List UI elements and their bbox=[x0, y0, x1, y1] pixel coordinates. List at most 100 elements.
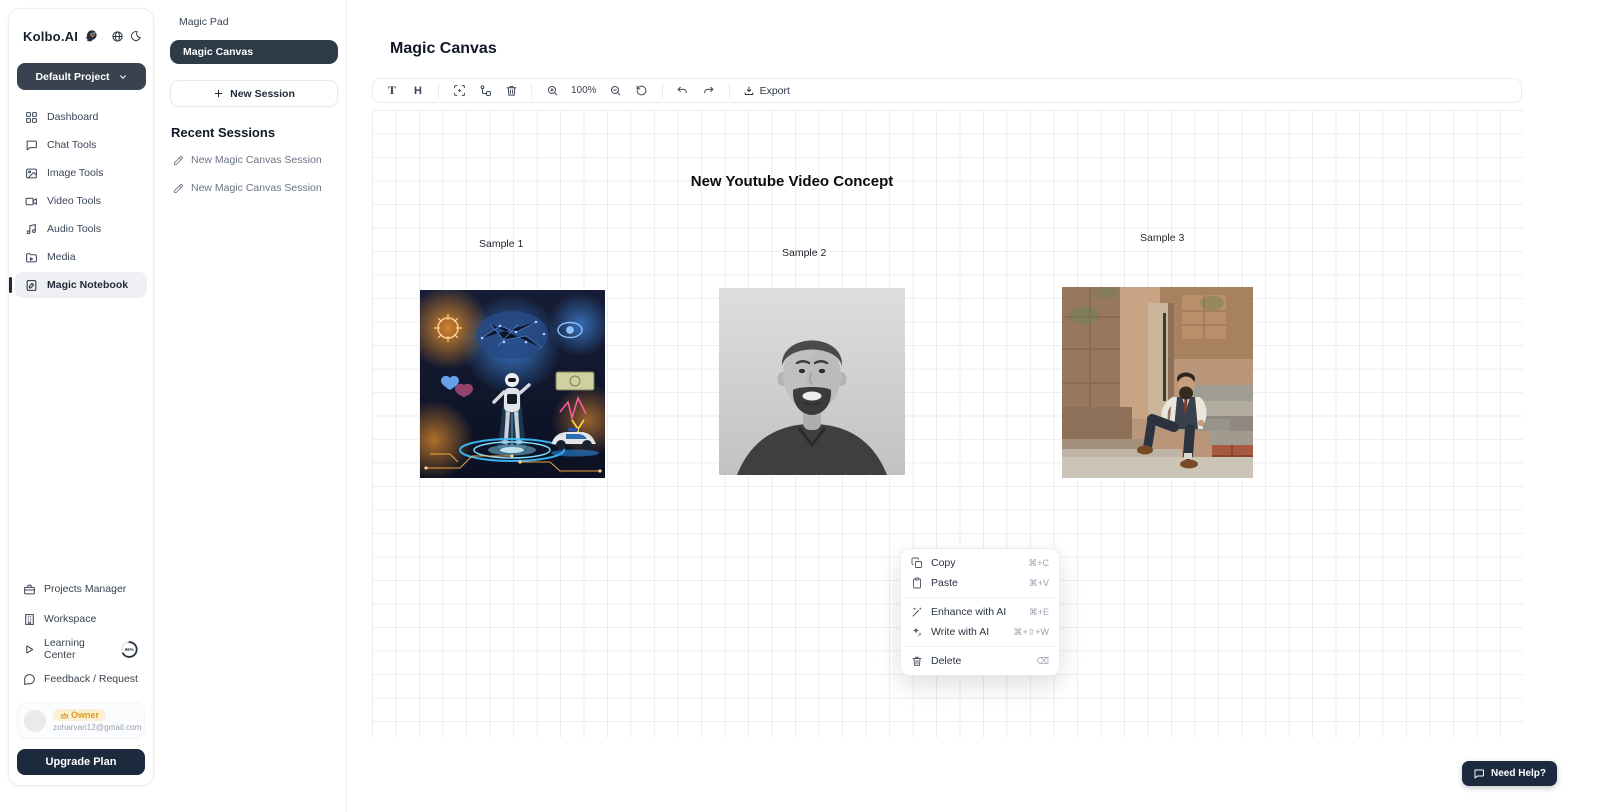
sidebar-item-learning-center[interactable]: Learning Center 66% bbox=[17, 634, 145, 664]
project-selector-label: Default Project bbox=[35, 71, 109, 83]
sidebar-footer: Projects Manager Workspace Learning Cent… bbox=[9, 574, 153, 775]
project-selector[interactable]: Default Project bbox=[17, 63, 146, 90]
sidebar-item-image-tools[interactable]: Image Tools bbox=[15, 160, 147, 186]
brand-logo: Kolbo.AI bbox=[23, 29, 78, 44]
shortcut: ⌘+C bbox=[1028, 558, 1049, 569]
text-tool-button[interactable]: T bbox=[381, 81, 403, 100]
sidebar-item-feedback[interactable]: Feedback / Request bbox=[17, 664, 145, 694]
sidebar-item-workspace[interactable]: Workspace bbox=[17, 604, 145, 634]
sidebar-item-label: Media bbox=[47, 251, 76, 263]
context-menu-item-delete[interactable]: Delete ⌫ bbox=[901, 651, 1059, 671]
sessions-panel: Magic Pad Magic Canvas New Session Recen… bbox=[155, 0, 347, 812]
toolbar-divider bbox=[729, 83, 730, 98]
sidebar-item-audio-tools[interactable]: Audio Tools bbox=[15, 216, 147, 242]
app-root: Kolbo.AI Default Project Dashboard bbox=[0, 0, 1600, 812]
toolbar-divider bbox=[662, 83, 663, 98]
session-item-label: New Magic Canvas Session bbox=[191, 182, 322, 194]
magic-pad-link[interactable]: Magic Pad bbox=[155, 0, 346, 28]
owner-role-badge: Owner bbox=[53, 709, 106, 721]
ai-select-button[interactable] bbox=[448, 81, 470, 100]
context-menu-item-paste[interactable]: Paste ⌘+V bbox=[901, 573, 1059, 593]
sample-2-label[interactable]: Sample 2 bbox=[782, 247, 826, 259]
sidebar-item-label: Magic Notebook bbox=[47, 279, 128, 291]
toolbar-divider bbox=[438, 83, 439, 98]
sidebar-item-media[interactable]: Media bbox=[15, 244, 147, 270]
chat-icon bbox=[25, 139, 38, 152]
heading-tool-button[interactable]: H bbox=[407, 81, 429, 100]
zoom-out-icon bbox=[609, 84, 622, 97]
notebook-icon bbox=[25, 279, 38, 292]
context-menu-label: Delete bbox=[931, 655, 961, 667]
sample-1-label[interactable]: Sample 1 bbox=[479, 238, 523, 250]
need-help-label: Need Help? bbox=[1491, 768, 1546, 779]
sparkles-icon bbox=[911, 626, 923, 638]
footer-item-label: Feedback / Request bbox=[44, 673, 138, 685]
zoom-level-value[interactable]: 100% bbox=[567, 85, 601, 96]
canvas-heading[interactable]: New Youtube Video Concept bbox=[642, 173, 942, 190]
user-account-card[interactable]: Owner zoharvan12@gmail.com bbox=[17, 702, 145, 739]
sample-1-image[interactable] bbox=[420, 290, 605, 478]
new-session-label: New Session bbox=[230, 88, 295, 100]
sidebar-item-chat-tools[interactable]: Chat Tools bbox=[15, 132, 147, 158]
need-help-button[interactable]: Need Help? bbox=[1462, 761, 1557, 786]
sample-3-image[interactable] bbox=[1062, 287, 1253, 478]
shortcut: ⌘+V bbox=[1029, 578, 1049, 589]
undo-button[interactable] bbox=[672, 81, 694, 100]
sidebar-item-magic-notebook[interactable]: Magic Notebook bbox=[15, 272, 147, 298]
context-menu-label: Enhance with AI bbox=[931, 606, 1006, 618]
new-session-button[interactable]: New Session bbox=[170, 80, 338, 107]
footer-item-label: Workspace bbox=[44, 613, 96, 625]
sample-3-label[interactable]: Sample 3 bbox=[1140, 232, 1184, 244]
redo-button[interactable] bbox=[698, 81, 720, 100]
session-list-item[interactable]: New Magic Canvas Session bbox=[167, 148, 338, 172]
context-menu-divider bbox=[901, 646, 1059, 647]
redo-icon bbox=[702, 84, 715, 97]
zoom-out-button[interactable] bbox=[605, 81, 627, 100]
delete-tool-button[interactable] bbox=[500, 81, 522, 100]
copy-icon bbox=[911, 557, 923, 569]
pencil-icon bbox=[173, 155, 184, 166]
toolbar-divider bbox=[531, 83, 532, 98]
context-menu-item-write-with-ai[interactable]: Write with AI ⌘+⇧+W bbox=[901, 622, 1059, 642]
context-menu-item-copy[interactable]: Copy ⌘+C bbox=[901, 553, 1059, 573]
sidebar-item-label: Video Tools bbox=[47, 195, 101, 207]
user-email: zoharvan12@gmail.com bbox=[53, 723, 138, 732]
sidebar-item-video-tools[interactable]: Video Tools bbox=[15, 188, 147, 214]
canvas-grid[interactable]: New Youtube Video Concept Sample 1 Sampl… bbox=[372, 110, 1523, 738]
dark-mode-moon-icon[interactable] bbox=[130, 27, 142, 45]
flow-nodes-button[interactable] bbox=[474, 81, 496, 100]
canvas-toolbar: T H 100% Export bbox=[372, 78, 1522, 103]
footer-item-label: Learning Center bbox=[44, 637, 110, 661]
main-content: Magic Canvas T H 100% Export New Youtube… bbox=[347, 0, 1600, 812]
owner-role-label: Owner bbox=[71, 710, 99, 720]
language-globe-icon[interactable] bbox=[111, 27, 124, 45]
video-icon bbox=[25, 195, 38, 208]
audio-icon bbox=[25, 223, 38, 236]
trash-icon bbox=[505, 84, 518, 97]
export-button[interactable]: Export bbox=[739, 85, 794, 97]
session-list-item[interactable]: New Magic Canvas Session bbox=[167, 176, 338, 200]
brand-head-icon bbox=[84, 29, 99, 44]
magic-canvas-tab[interactable]: Magic Canvas bbox=[170, 40, 338, 64]
wand-icon bbox=[911, 606, 923, 618]
shortcut: ⌫ bbox=[1036, 656, 1049, 667]
sidebar-item-projects-manager[interactable]: Projects Manager bbox=[17, 574, 145, 604]
sidebar-item-dashboard[interactable]: Dashboard bbox=[15, 104, 147, 130]
flow-nodes-icon bbox=[479, 84, 492, 97]
sidebar-item-label: Audio Tools bbox=[47, 223, 101, 235]
shortcut: ⌘+E bbox=[1029, 607, 1049, 618]
trash-icon bbox=[911, 655, 923, 667]
zoom-in-button[interactable] bbox=[541, 81, 563, 100]
plus-icon bbox=[213, 88, 224, 99]
learning-progress-value: 66% bbox=[125, 647, 134, 652]
sample-2-image[interactable] bbox=[719, 288, 905, 475]
context-menu-item-enhance-with-ai[interactable]: Enhance with AI ⌘+E bbox=[901, 602, 1059, 622]
upgrade-plan-button[interactable]: Upgrade Plan bbox=[17, 749, 145, 775]
context-menu: Copy ⌘+C Paste ⌘+V Enhance with AI ⌘+E W… bbox=[900, 548, 1060, 676]
ai-select-icon bbox=[453, 84, 466, 97]
reset-view-button[interactable] bbox=[631, 81, 653, 100]
feedback-bubble-icon bbox=[23, 673, 36, 686]
context-menu-divider bbox=[901, 597, 1059, 598]
export-label: Export bbox=[760, 85, 790, 97]
media-folder-icon bbox=[25, 251, 38, 264]
